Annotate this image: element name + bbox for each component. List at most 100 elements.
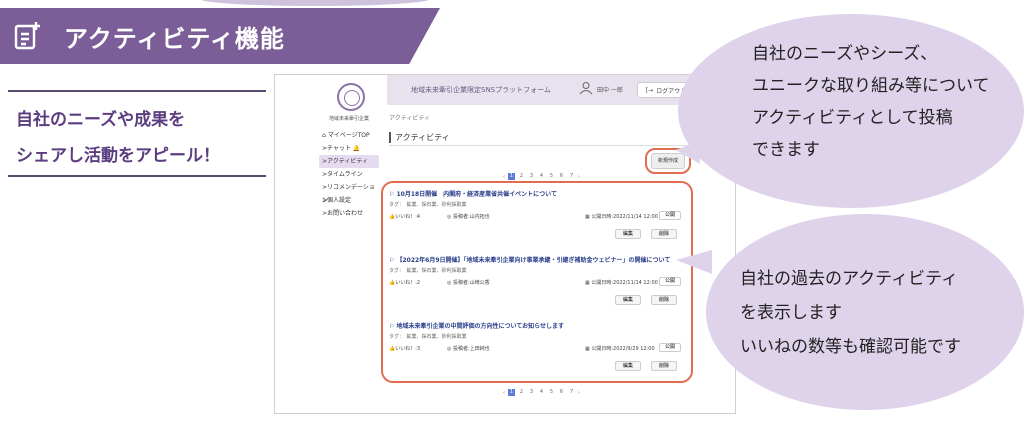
divider [8,175,266,177]
edit-button[interactable]: 編集 [615,295,641,305]
status-badge: 公開 [659,211,681,220]
activity-tags: タグ： 鉱業、採石業、砂利採取業 [389,334,467,340]
status-badge: 公開 [659,343,681,352]
caption-line: 自社のニーズや成果を [16,110,186,130]
activity-tags: タグ： 鉱業、採石業、砂利採取業 [389,268,467,274]
page-link[interactable]: 7 [568,173,575,180]
page-link[interactable]: 4 [538,389,545,396]
page-link[interactable]: 1 [508,389,515,396]
sidebar-item-label: 個人設定 [327,197,352,204]
delete-button[interactable]: 削除 [651,361,677,371]
sidebar-item-activity[interactable]: >アクティビティ [319,155,379,168]
page-link[interactable]: 5 [548,173,555,180]
like-count-text: いいね！:2 [395,280,421,286]
logout-icon: [→ [645,86,654,94]
sidebar-item-label: タイムライン [327,171,363,178]
page-link[interactable]: 2 [518,173,525,180]
poster-text: 投稿者:山内拓也 [452,214,490,220]
page-link[interactable]: 1 [508,173,515,180]
page-link[interactable]: 2 [518,389,525,396]
section-banner: アクティビティ機能 [0,8,440,64]
next-icon[interactable]: › [578,174,580,180]
callout-text: 自社のニーズやシーズ、 ユニークな取り組み等について アクティビティとして投稿 … [752,38,990,166]
publish-date-text: 公開日時:2022/11/14 12:00 [591,214,658,220]
decorative-arc [200,0,430,6]
callout-line: いいねの数等も確認可能です [740,337,961,357]
callout-line: アクティビティとして投稿 [752,108,953,128]
caption-line: シェアし活動をアピール！ [16,146,220,166]
sidebar-item-settings[interactable]: >個人設定 [319,194,379,207]
sidebar-item-label: マイページTOP [327,132,370,139]
sidebar-item-contact[interactable]: >お問い合わせ [319,207,379,220]
activity-title-text: 10月18日開催 内閣府・経済産業省共催イベントについて [396,191,557,198]
callout-line: ユニークな取り組み等について [752,76,990,96]
activity-card: ⚐ 【2022年6月9日開催】「地域未来牽引企業向け事業承継・引継ぎ補助金ウェビ… [389,255,685,317]
bell-icon: 🔔 [352,145,361,152]
left-caption: 自社のニーズや成果を シェアし活動をアピール！ [16,102,220,174]
sidebar-item-label: お問い合わせ [327,210,364,217]
prev-icon[interactable]: ‹ [503,174,505,180]
like-count: 👍いいね！:2 [389,279,420,286]
next-icon[interactable]: › [578,390,580,396]
poster: ◎ 投稿者:上田純也 [447,345,490,352]
activity-tags: タグ： 鉱業、採石業、砂利採取業 [389,202,467,208]
page-link[interactable]: 3 [528,389,535,396]
logo-icon [337,83,365,111]
activity-title[interactable]: ⚐ 【2022年6月9日開催】「地域未来牽引企業向け事業承継・引継ぎ補助金ウェビ… [389,255,670,264]
divider [389,145,689,146]
sidebar-menu: ⌂ マイページTOP >チャット 🔔 >アクティビティ >タイムライン >リコメ… [319,129,379,220]
publish-date: ▦ 公開日時:2022/11/14 12:00 [585,279,658,286]
like-count-text: いいね！:3 [395,346,421,352]
sidebar-item-chat[interactable]: >チャット 🔔 [319,142,379,155]
app-title: 地域未来牽引企業限定SNSプラットフォーム [411,86,551,94]
callout-line: 自社のニーズやシーズ、 [752,44,938,64]
edit-button[interactable]: 編集 [615,229,641,239]
page-link[interactable]: 7 [568,389,575,396]
publish-date: ▦ 公開日時:2022/11/14 12:00 [585,213,658,220]
user-name: 田中 一郎 [597,87,623,94]
user-icon [579,82,593,95]
callout-text: 自社の過去のアクティビティ を表示します いいねの数等も確認可能です [740,262,961,364]
callout-line: を表示します [740,303,842,323]
delete-button[interactable]: 削除 [651,295,677,305]
sidebar-item-recommendation[interactable]: >リコメンデーション [319,181,379,204]
edit-button[interactable]: 編集 [615,361,641,371]
poster: ◎ 投稿者:山内拓也 [447,213,490,220]
activity-title-text: 【2022年6月9日開催】「地域未来牽引企業向け事業承継・引継ぎ補助金ウェビナー… [396,257,671,264]
sidebar-item-mypage[interactable]: ⌂ マイページTOP [319,129,379,142]
sidebar-item-label: チャット [327,145,351,152]
divider [8,90,266,92]
like-count: 👍いいね！:4 [389,213,420,220]
prev-icon[interactable]: ‹ [503,390,505,396]
poster-text: 投稿者:上田純也 [452,346,490,352]
like-count: 👍いいね！:3 [389,345,420,352]
callout-line: 自社の過去のアクティビティ [740,269,959,289]
activity-title[interactable]: ⚐ 10月18日開催 内閣府・経済産業省共催イベントについて [389,189,557,198]
callout-line: できます [752,140,820,160]
activity-title[interactable]: ⚐ 地域未来牽引企業の中間評価の方向性についてお知らせします [389,321,564,330]
like-count-text: いいね！:4 [395,214,421,220]
page-link[interactable]: 3 [528,173,535,180]
activity-card: ⚐ 地域未来牽引企業の中間評価の方向性についてお知らせします タグ： 鉱業、採石… [389,321,685,383]
publish-date: ▦ 公開日時:2022/9/29 12:00 [585,345,655,352]
pagination-top: ‹ 1 2 3 4 5 6 7 › [503,173,580,180]
activity-title-text: 地域未来牽引企業の中間評価の方向性についてお知らせします [396,323,564,330]
publish-date-text: 公開日時:2022/11/14 12:00 [591,280,658,286]
page-link[interactable]: 6 [558,389,565,396]
delete-button[interactable]: 削除 [651,229,677,239]
sidebar-item-label: アクティビティ [327,158,369,165]
activity-card: ⚐ 10月18日開催 内閣府・経済産業省共催イベントについて タグ： 鉱業、採石… [389,189,685,251]
document-add-icon [14,22,40,50]
breadcrumb: アクティビティ [389,115,430,122]
poster-text: 投稿者:山崎公香 [452,280,490,286]
sidebar-item-timeline[interactable]: >タイムライン [319,168,379,181]
status-badge: 公開 [659,277,681,286]
bubble-tail [676,250,712,274]
banner-title: アクティビティ機能 [64,25,285,53]
page-link[interactable]: 6 [558,173,565,180]
logo-text: 地域未来牽引企業 [329,116,370,122]
page-link[interactable]: 4 [538,173,545,180]
publish-date-text: 公開日時:2022/9/29 12:00 [591,346,655,352]
app-screenshot: 地域未来牽引企業 地域未来牽引企業限定SNSプラットフォーム 田中 一郎 [→ … [274,74,736,414]
page-link[interactable]: 5 [548,389,555,396]
